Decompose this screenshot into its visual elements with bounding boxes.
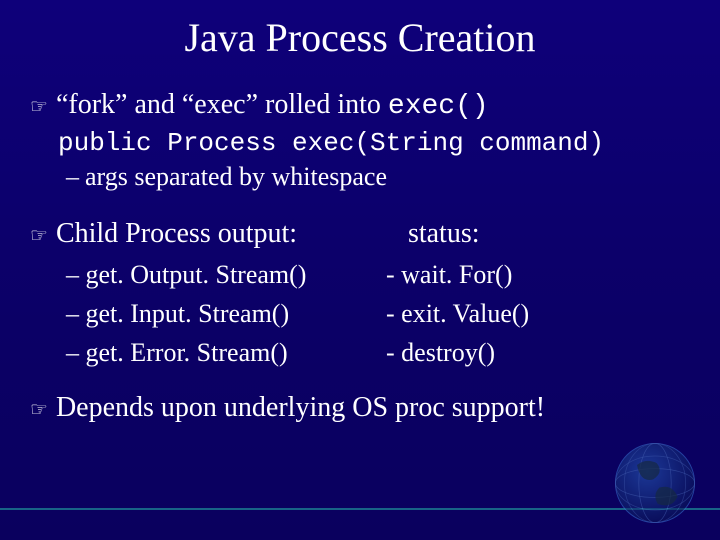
sub-bullet-text: args separated by whitespace xyxy=(85,160,387,194)
column-output: – get. Output. Stream() – get. Input. St… xyxy=(66,255,386,372)
pointer-icon: ☞ xyxy=(30,398,48,423)
slide: Java Process Creation ☞ “fork” and “exec… xyxy=(0,0,720,540)
code-line-exec-signature: public Process exec(String command) xyxy=(58,128,690,158)
bullet-fork-exec: ☞ “fork” and “exec” rolled into exec() xyxy=(30,87,690,124)
two-column-list: – get. Output. Stream() – get. Input. St… xyxy=(66,255,690,372)
bullet-text: “fork” and “exec” rolled into exec() xyxy=(56,87,489,124)
bullet-depends: ☞ Depends upon underlying OS proc suppor… xyxy=(30,390,690,425)
bullet-text-pre: “fork” and “exec” rolled into xyxy=(56,89,388,120)
list-item: – get. Error. Stream() xyxy=(66,333,386,372)
globe-icon xyxy=(610,438,700,528)
sub-bullet-args: – args separated by whitespace xyxy=(66,160,690,194)
list-item: - exit. Value() xyxy=(386,294,646,333)
bullet-child-process: ☞ Child Process output: status: xyxy=(30,216,690,251)
slide-title: Java Process Creation xyxy=(0,0,720,67)
footer-divider xyxy=(0,508,720,510)
slide-content: ☞ “fork” and “exec” rolled into exec() p… xyxy=(0,67,720,425)
list-item: - destroy() xyxy=(386,333,646,372)
inline-code-exec: exec() xyxy=(388,91,489,122)
list-item: – get. Output. Stream() xyxy=(66,255,386,294)
column-status: - wait. For() - exit. Value() - destroy(… xyxy=(386,255,646,372)
dash-mark: – xyxy=(66,160,79,194)
list-item: – get. Input. Stream() xyxy=(66,294,386,333)
pointer-icon: ☞ xyxy=(30,95,48,120)
label-output: Child Process output: xyxy=(56,216,408,251)
label-status: status: xyxy=(408,216,480,251)
pointer-icon: ☞ xyxy=(30,224,48,249)
list-item: - wait. For() xyxy=(386,255,646,294)
bullet-text: Depends upon underlying OS proc support! xyxy=(56,390,545,425)
